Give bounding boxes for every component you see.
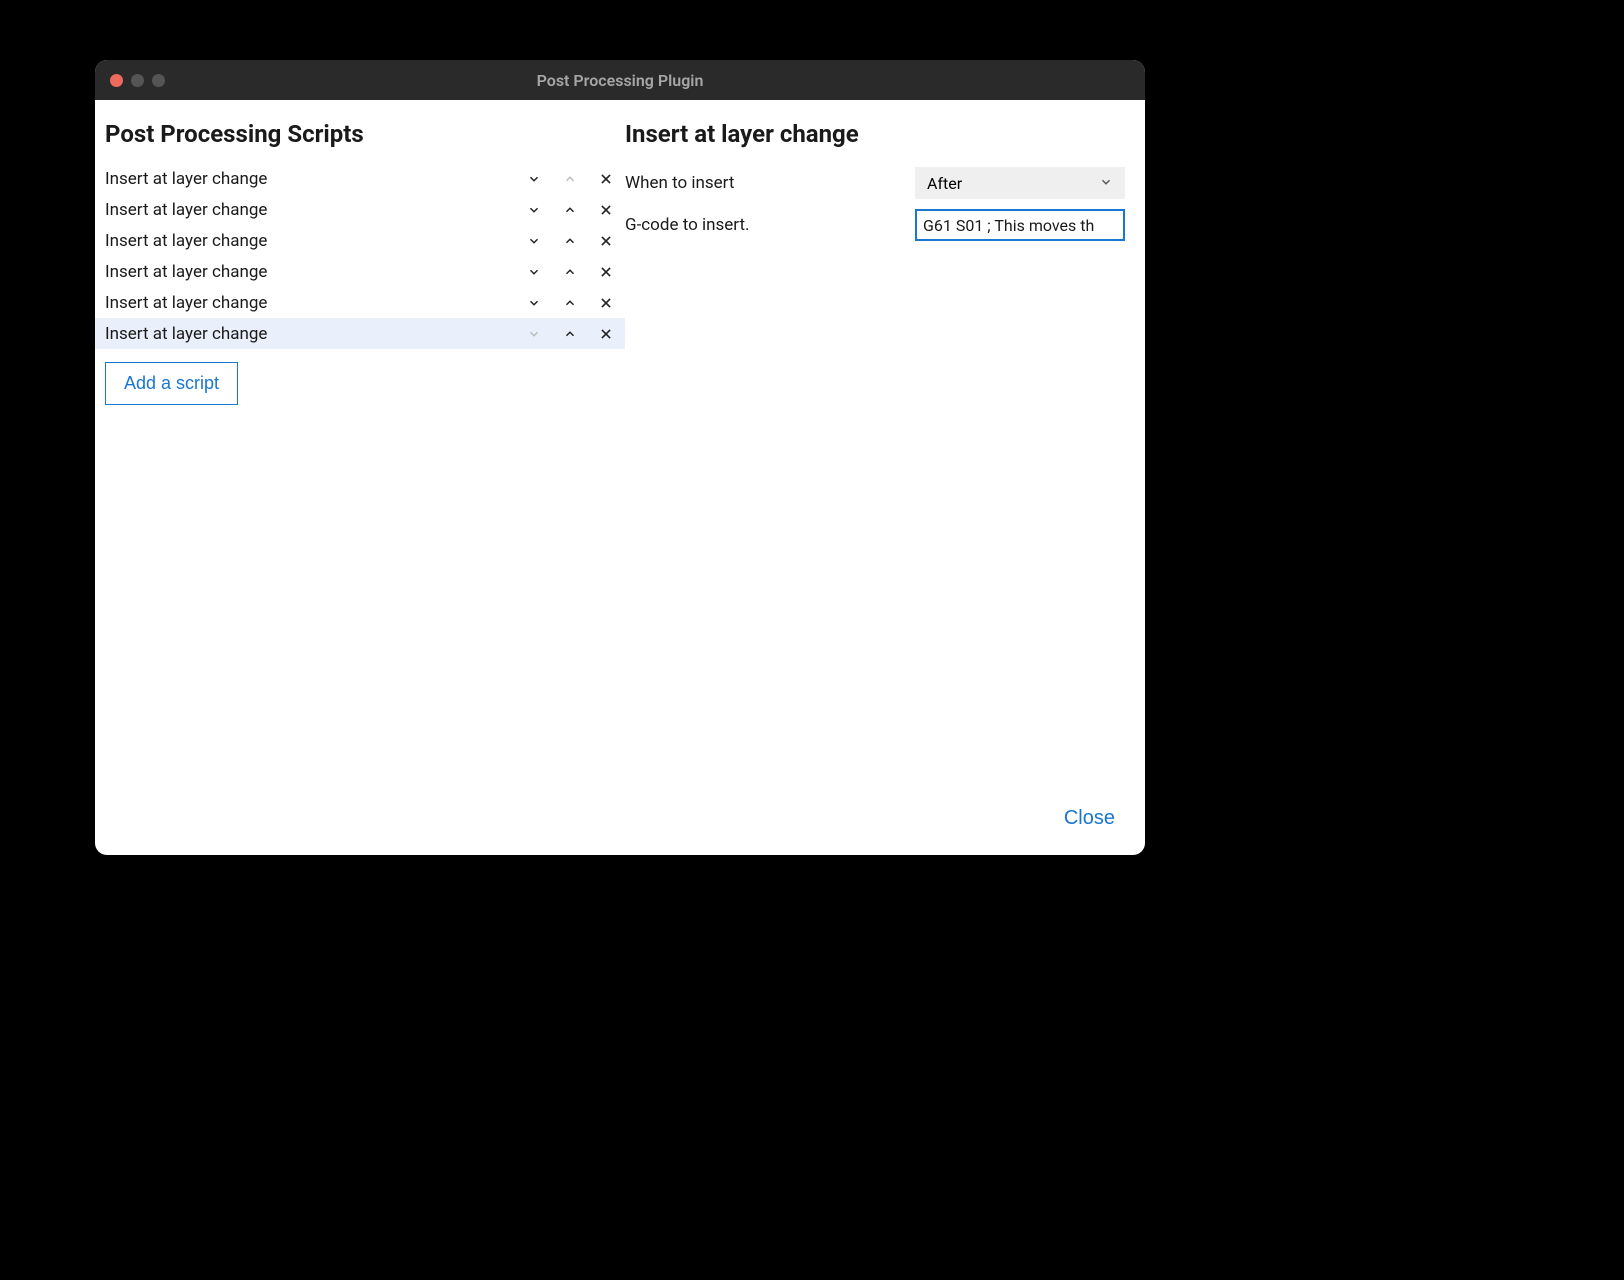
script-row-buttons xyxy=(525,263,625,281)
gcode-input-value: G61 S01 ; This moves th xyxy=(923,216,1094,235)
move-down-icon[interactable] xyxy=(525,232,543,250)
script-row-label: Insert at layer change xyxy=(105,231,525,251)
remove-icon[interactable] xyxy=(597,232,615,250)
move-up-icon[interactable] xyxy=(561,232,579,250)
right-panel: Insert at layer change When to insert Af… xyxy=(625,100,1145,855)
close-button[interactable]: Close xyxy=(1064,807,1115,830)
when-to-insert-row: When to insert After xyxy=(625,163,1125,203)
script-row-label: Insert at layer change xyxy=(105,200,525,220)
scripts-heading: Post Processing Scripts xyxy=(95,120,625,163)
dialog-content: Post Processing Scripts Insert at layer … xyxy=(95,100,1145,855)
script-row-buttons xyxy=(525,294,625,312)
script-row[interactable]: Insert at layer change xyxy=(95,225,625,256)
add-script-button[interactable]: Add a script xyxy=(105,362,238,405)
script-row[interactable]: Insert at layer change xyxy=(95,256,625,287)
left-panel: Post Processing Scripts Insert at layer … xyxy=(95,100,625,855)
script-row-buttons xyxy=(525,170,625,188)
window-title: Post Processing Plugin xyxy=(95,71,1145,90)
move-down-icon[interactable] xyxy=(525,170,543,188)
script-settings-heading: Insert at layer change xyxy=(625,120,1125,163)
move-up-icon xyxy=(561,170,579,188)
dialog-window: Post Processing Plugin Post Processing S… xyxy=(95,60,1145,855)
remove-icon[interactable] xyxy=(597,170,615,188)
script-row-label: Insert at layer change xyxy=(105,169,525,189)
move-down-icon[interactable] xyxy=(525,294,543,312)
chevron-down-icon xyxy=(1099,174,1113,193)
gcode-row: G-code to insert. G61 S01 ; This moves t… xyxy=(625,205,1125,245)
remove-icon[interactable] xyxy=(597,263,615,281)
move-up-icon[interactable] xyxy=(561,263,579,281)
minimize-window-button[interactable] xyxy=(131,74,144,87)
move-up-icon[interactable] xyxy=(561,325,579,343)
traffic-lights xyxy=(95,74,165,87)
script-row[interactable]: Insert at layer change xyxy=(95,318,625,349)
script-row-label: Insert at layer change xyxy=(105,324,525,344)
script-row[interactable]: Insert at layer change xyxy=(95,163,625,194)
script-row-label: Insert at layer change xyxy=(105,262,525,282)
script-row-buttons xyxy=(525,201,625,219)
script-row-buttons xyxy=(525,232,625,250)
script-row[interactable]: Insert at layer change xyxy=(95,287,625,318)
when-to-insert-value: After xyxy=(927,174,962,193)
move-down-icon[interactable] xyxy=(525,263,543,281)
script-row-label: Insert at layer change xyxy=(105,293,525,313)
gcode-label: G-code to insert. xyxy=(625,215,915,235)
script-row-buttons xyxy=(525,325,625,343)
when-to-insert-label: When to insert xyxy=(625,173,915,193)
when-to-insert-select[interactable]: After xyxy=(915,167,1125,199)
remove-icon[interactable] xyxy=(597,201,615,219)
close-window-button[interactable] xyxy=(110,74,123,87)
remove-icon[interactable] xyxy=(597,294,615,312)
script-row[interactable]: Insert at layer change xyxy=(95,194,625,225)
move-down-icon xyxy=(525,325,543,343)
gcode-input[interactable]: G61 S01 ; This moves th xyxy=(915,209,1125,241)
titlebar: Post Processing Plugin xyxy=(95,60,1145,100)
remove-icon[interactable] xyxy=(597,325,615,343)
move-up-icon[interactable] xyxy=(561,294,579,312)
move-down-icon[interactable] xyxy=(525,201,543,219)
move-up-icon[interactable] xyxy=(561,201,579,219)
script-list: Insert at layer change Insert at layer ch… xyxy=(95,163,625,349)
maximize-window-button[interactable] xyxy=(152,74,165,87)
